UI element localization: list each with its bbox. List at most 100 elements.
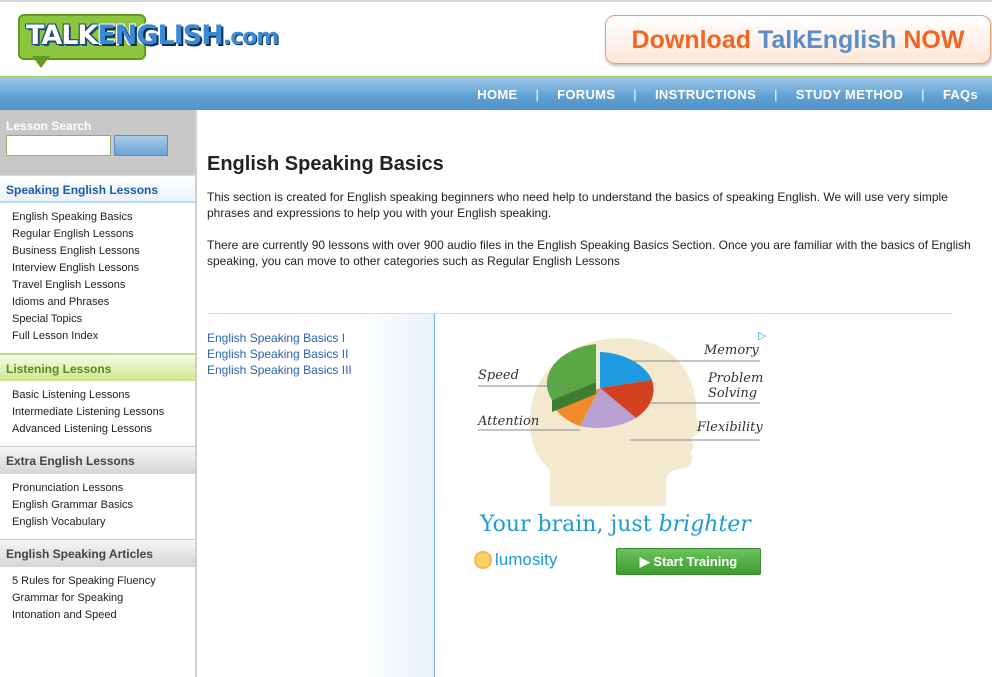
top-nav: HOME | FORUMS | INSTRUCTIONS | STUDY MET… xyxy=(0,78,992,110)
extra-lessons-list: Pronunciation Lessons English Grammar Ba… xyxy=(0,474,195,539)
page-title: English Speaking Basics xyxy=(207,153,444,175)
sidebar-item[interactable]: Basic Listening Lessons xyxy=(12,387,195,404)
lesson-search-input[interactable] xyxy=(6,135,111,156)
play-triangle-icon: ▶ xyxy=(639,554,654,569)
sidebar-item[interactable]: Pronunciation Lessons xyxy=(12,480,195,497)
sidebar-link[interactable]: English Vocabulary xyxy=(12,516,106,528)
sidebar-link[interactable]: Basic Listening Lessons xyxy=(12,389,130,401)
sublink-item[interactable]: English Speaking Basics I xyxy=(207,330,352,346)
basics-sublinks: English Speaking Basics I English Speaki… xyxy=(207,330,352,378)
sidebar-link[interactable]: Pronunciation Lessons xyxy=(12,482,123,494)
tagline-plain: Your brain, just xyxy=(480,512,659,537)
sidebar-link[interactable]: English Speaking Basics xyxy=(12,211,132,223)
lumosity-ad[interactable]: ▷ Speed Attention Memory Problem Solving… xyxy=(470,330,770,580)
listening-lessons-list: Basic Listening Lessons Intermediate Lis… xyxy=(0,381,195,446)
sidebar-item[interactable]: Intermediate Listening Lessons xyxy=(12,404,195,421)
sidebar-link[interactable]: Intonation and Speed xyxy=(12,609,117,621)
speaking-lessons-list: English Speaking Basics Regular English … xyxy=(0,203,195,353)
sidebar-item[interactable]: Interview English Lessons xyxy=(12,260,195,277)
ad-label-speed: Speed xyxy=(478,368,519,383)
sidebar-link[interactable]: Intermediate Listening Lessons xyxy=(12,406,164,418)
ad-label-memory: Memory xyxy=(704,343,759,358)
lumosity-logo[interactable]: lumosity xyxy=(474,550,557,570)
sidebar-section-speaking-articles: English Speaking Articles xyxy=(0,539,195,567)
sidebar-link[interactable]: Grammar for Speaking xyxy=(12,592,123,604)
sidebar-item[interactable]: Business English Lessons xyxy=(12,243,195,260)
sidebar-item[interactable]: Regular English Lessons xyxy=(12,226,195,243)
nav-list: HOME | FORUMS | INSTRUCTIONS | STUDY MET… xyxy=(477,78,992,110)
ad-label-problem: Problem xyxy=(708,371,764,386)
nav-separator-glyph: | xyxy=(921,86,925,102)
lesson-search-box: Lesson Search xyxy=(0,110,195,175)
nav-link-study-method[interactable]: STUDY METHOD xyxy=(796,87,903,102)
nav-item-forums[interactable]: FORUMS xyxy=(557,87,615,102)
sublink-basics-1[interactable]: English Speaking Basics I xyxy=(207,331,345,345)
ad-label-attention: Attention xyxy=(478,414,540,429)
column-divider xyxy=(434,314,435,677)
sublink-item[interactable]: English Speaking Basics II xyxy=(207,346,352,362)
nav-item-instructions[interactable]: INSTRUCTIONS xyxy=(655,87,756,102)
sidebar-item[interactable]: English Grammar Basics xyxy=(12,497,195,514)
lumosity-brand-text: lumosity xyxy=(495,550,558,569)
sidebar-item[interactable]: English Vocabulary xyxy=(12,514,195,531)
start-training-label: Start Training xyxy=(653,554,738,569)
sidebar-item[interactable]: Intonation and Speed xyxy=(12,607,195,624)
sublink-item[interactable]: English Speaking Basics III xyxy=(207,362,352,378)
nav-item-faqs[interactable]: FAQs xyxy=(943,87,992,102)
sidebar-link[interactable]: Regular English Lessons xyxy=(12,228,134,240)
nav-item-study-method[interactable]: STUDY METHOD xyxy=(796,87,903,102)
sidebar-section-listening-lessons: Listening Lessons xyxy=(0,353,195,381)
ad-tagline: Your brain, just brighter xyxy=(480,512,751,537)
lesson-search-button[interactable] xyxy=(114,135,168,156)
sidebar-link[interactable]: Business English Lessons xyxy=(12,245,140,257)
nav-separator-glyph: | xyxy=(535,86,540,102)
sidebar-item[interactable]: Special Topics xyxy=(12,311,195,328)
sidebar-section-speaking-lessons: Speaking English Lessons xyxy=(0,175,195,203)
sidebar-item[interactable]: 5 Rules for Speaking Fluency xyxy=(12,573,195,590)
sublinks-panel-shade xyxy=(360,314,434,677)
sidebar-link[interactable]: Full Lesson Index xyxy=(12,330,98,342)
nav-separator: | xyxy=(517,87,557,102)
sidebar-link[interactable]: Idioms and Phrases xyxy=(12,296,109,308)
nav-separator-glyph: | xyxy=(633,86,637,102)
sidebar-item[interactable]: Travel English Lessons xyxy=(12,277,195,294)
intro-paragraph: This section is created for English spea… xyxy=(207,190,948,220)
nav-item-home[interactable]: HOME xyxy=(477,87,517,102)
nav-link-forums[interactable]: FORUMS xyxy=(557,87,615,102)
nav-link-faqs[interactable]: FAQs xyxy=(943,87,978,102)
download-word: Download xyxy=(631,26,751,54)
sidebar-link[interactable]: Travel English Lessons xyxy=(12,279,125,291)
sidebar-item[interactable]: Advanced Listening Lessons xyxy=(12,421,195,438)
talkenglish-word: TalkEnglish xyxy=(757,26,897,54)
nav-link-home[interactable]: HOME xyxy=(477,87,517,102)
logo-bubble-tail xyxy=(32,56,50,68)
now-word: NOW xyxy=(903,26,965,54)
sidebar: Lesson Search Speaking English Lessons E… xyxy=(0,110,197,677)
ad-choices-icon[interactable]: ▷ xyxy=(758,330,770,342)
sidebar-item[interactable]: Idioms and Phrases xyxy=(12,294,195,311)
sidebar-link[interactable]: Interview English Lessons xyxy=(12,262,139,274)
lesson-search-label: Lesson Search xyxy=(6,119,92,133)
lesson-count-paragraph: There are currently 90 lessons with over… xyxy=(207,238,971,268)
nav-separator: | xyxy=(615,87,655,102)
sidebar-item[interactable]: English Speaking Basics xyxy=(12,209,195,226)
sidebar-item[interactable]: Full Lesson Index xyxy=(12,328,195,345)
nav-separator-glyph: | xyxy=(774,86,778,102)
nav-separator: | xyxy=(903,87,943,102)
sidebar-link[interactable]: Special Topics xyxy=(12,313,82,325)
download-talkenglish-banner[interactable]: Download TalkEnglish NOW xyxy=(605,15,991,64)
site-header: TALKENGLISH.com Download TalkEnglish NOW xyxy=(0,0,992,80)
sidebar-link[interactable]: Advanced Listening Lessons xyxy=(12,423,152,435)
start-training-button[interactable]: ▶ Start Training xyxy=(616,548,761,575)
nav-link-instructions[interactable]: INSTRUCTIONS xyxy=(655,87,756,102)
sublink-basics-3[interactable]: English Speaking Basics III xyxy=(207,363,352,377)
content-divider xyxy=(207,313,953,314)
ad-label-flexibility: Flexibility xyxy=(697,420,763,435)
nav-separator: | xyxy=(756,87,796,102)
sidebar-link[interactable]: 5 Rules for Speaking Fluency xyxy=(12,575,156,587)
tagline-italic: brighter xyxy=(658,512,751,537)
sublink-basics-2[interactable]: English Speaking Basics II xyxy=(207,347,348,361)
ad-label-solving: Solving xyxy=(708,386,758,401)
sidebar-item[interactable]: Grammar for Speaking xyxy=(12,590,195,607)
sidebar-link[interactable]: English Grammar Basics xyxy=(12,499,133,511)
